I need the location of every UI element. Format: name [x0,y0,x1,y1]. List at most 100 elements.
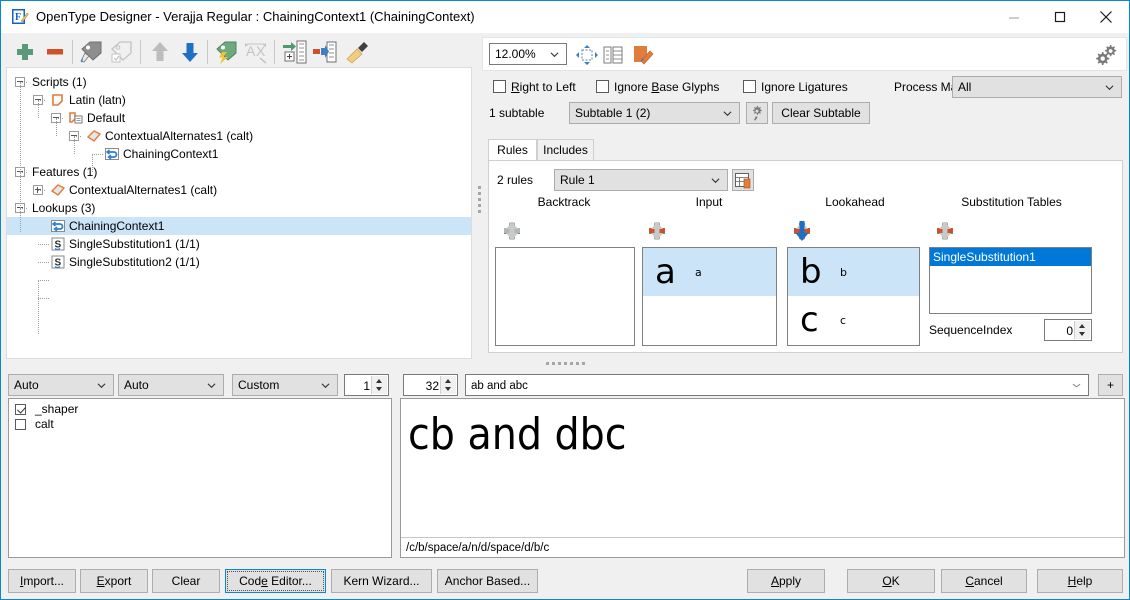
button-kern-wizard[interactable]: Kern Wizard... [331,569,432,593]
variant-index-spinner[interactable]: 1 [344,374,389,396]
gears-icon[interactable] [1094,43,1118,66]
application-window: F OpenType Designer - Verajja Regular : … [0,0,1130,600]
sequence-index-stepper[interactable] [1074,321,1090,339]
feature-checkbox-row[interactable]: _shaper [9,402,391,417]
fit-to-window-icon[interactable] [575,44,599,66]
button-ok[interactable]: OK [847,569,935,593]
rule-table-button[interactable] [732,169,754,191]
add-icon[interactable] [10,37,40,67]
glyph-preview: c [800,300,819,340]
subtable-combo[interactable]: Subtable 1 (2) [569,102,740,124]
tree-connector [20,82,21,232]
rule-selector-combo[interactable]: Rule 1 [554,169,728,191]
tree-node[interactable]: Scripts (1) [7,73,471,91]
remove-icon[interactable] [40,37,70,67]
button-clear[interactable]: Clear [152,569,220,593]
tree-node[interactable]: Latin (latn) [7,91,471,109]
button-export[interactable]: Export [80,569,148,593]
variant-index-stepper[interactable] [371,376,387,394]
close-button[interactable] [1083,1,1129,32]
tree-node[interactable]: Features (1) [7,163,471,181]
lookahead-down-icon[interactable] [789,217,815,245]
move-down-icon[interactable] [175,37,205,67]
substitution-table-item[interactable]: SingleSubstitution1 [930,248,1091,266]
ignore-ligatures-checkbox[interactable]: Ignore Ligatures [743,80,848,94]
tree-node[interactable]: S SingleSubstitution1 (1/1) [7,235,471,253]
subtable-count-label: 1 subtable [489,106,545,120]
tree-node[interactable]: ChainingContext1 [7,217,471,235]
maximize-button[interactable] [1037,1,1083,32]
button-code-editor[interactable]: Code Editor... [225,569,326,593]
cleanup-brush-icon[interactable] [342,37,372,67]
substitution-tables-list[interactable]: SingleSubstitution1 [929,247,1092,314]
glyph-row[interactable]: cc [788,296,919,344]
feature-checkbox-row[interactable]: calt [9,417,391,432]
add-sample-text-button[interactable]: + [1098,374,1123,396]
sequence-index-spinner[interactable]: 0 [1044,319,1092,341]
shaper-mode-combo-2[interactable]: Auto [118,374,224,396]
tree-node[interactable]: Default [7,109,471,127]
right-to-left-checkbox-box [493,80,506,93]
edit-tag-icon[interactable] [76,37,106,67]
right-to-left-label-rest: ight to Left [519,80,576,94]
edit-glyph-icon[interactable] [629,42,655,68]
features-checklist[interactable]: _shaper calt [8,398,392,558]
lookahead-glyph-list[interactable]: bbcc [787,247,920,346]
sample-text-combo[interactable]: ab and abc [465,374,1089,396]
font-size-spinner[interactable]: 32 [403,374,458,396]
import-table-icon[interactable] [280,37,310,67]
glyph-row[interactable]: bb [788,248,919,296]
process-marks-combo[interactable]: All [952,76,1122,98]
chaining-icon [104,146,120,162]
tree-connector [38,100,45,101]
tab-rules[interactable]: Rules [488,139,537,162]
feature-checkbox[interactable] [15,419,26,430]
backtrack-glyph-list[interactable] [495,247,635,346]
clear-subtable-button[interactable]: Clear Subtable [772,102,870,124]
rule-table-icon [735,173,751,189]
zoom-level-combo[interactable]: 12.00% [489,43,567,65]
export-table-icon[interactable] [310,37,340,67]
quick-tag-icon[interactable] [211,37,241,67]
backtrack-column-header: Backtrack [537,195,591,209]
title-bar: F OpenType Designer - Verajja Regular : … [1,1,1129,33]
font-size-stepper[interactable] [440,376,456,394]
tree-connector [20,208,27,209]
button-cancel[interactable]: Cancel [941,569,1027,593]
minimize-button[interactable] [991,1,1037,32]
tree-node[interactable]: ChainingContext1 [7,145,471,163]
tree-node-label: Scripts (1) [32,75,87,89]
feature-checkbox[interactable] [15,404,26,415]
tree-connector [20,172,27,173]
tree-node[interactable]: ContextualAlternates1 (calt) [7,181,471,199]
button-anchor-based[interactable]: Anchor Based... [437,569,538,593]
ignore-base-glyphs-checkbox[interactable]: Ignore Base Glyphs [596,80,719,94]
chevron-down-icon [550,52,559,58]
button-import[interactable]: Import... [8,569,76,593]
button-help[interactable]: Help [1037,569,1123,593]
tab-includes[interactable]: Includes [537,139,594,161]
button-label: Export [96,574,132,588]
kern-ax-icon: A X [241,37,271,67]
subtable-settings-button[interactable] [746,102,768,124]
backtrack-down-icon [499,217,525,245]
button-apply[interactable]: Apply [747,569,825,593]
tree-connector [38,244,49,245]
tree-node[interactable]: Lookups (3) [7,199,471,217]
subtable-down-icon [932,217,958,245]
zoom-level-value: 12.00% [495,47,536,61]
input-glyph-list[interactable]: aa [642,247,777,346]
chevron-down-icon [207,383,216,389]
tree-node[interactable]: S SingleSubstitution2 (1/1) [7,253,471,271]
opentype-layout-tree[interactable]: Scripts (1) Latin (latn) Default Contextual… [6,67,472,359]
glyph-grid-icon[interactable] [601,44,625,66]
feature-set-combo[interactable]: Custom [232,374,338,396]
glyph-row[interactable]: aa [643,248,776,296]
horizontal-splitter-handle[interactable] [546,362,590,365]
rules-includes-tabstrip: Rules Includes [488,139,1123,162]
window-title: OpenType Designer - Verajja Regular : Ch… [36,9,475,24]
tree-connector [38,280,49,281]
right-to-left-checkbox[interactable]: Right to Left [493,80,576,94]
shaper-mode-combo-1[interactable]: Auto [8,374,114,396]
vertical-splitter-handle[interactable] [478,186,481,218]
